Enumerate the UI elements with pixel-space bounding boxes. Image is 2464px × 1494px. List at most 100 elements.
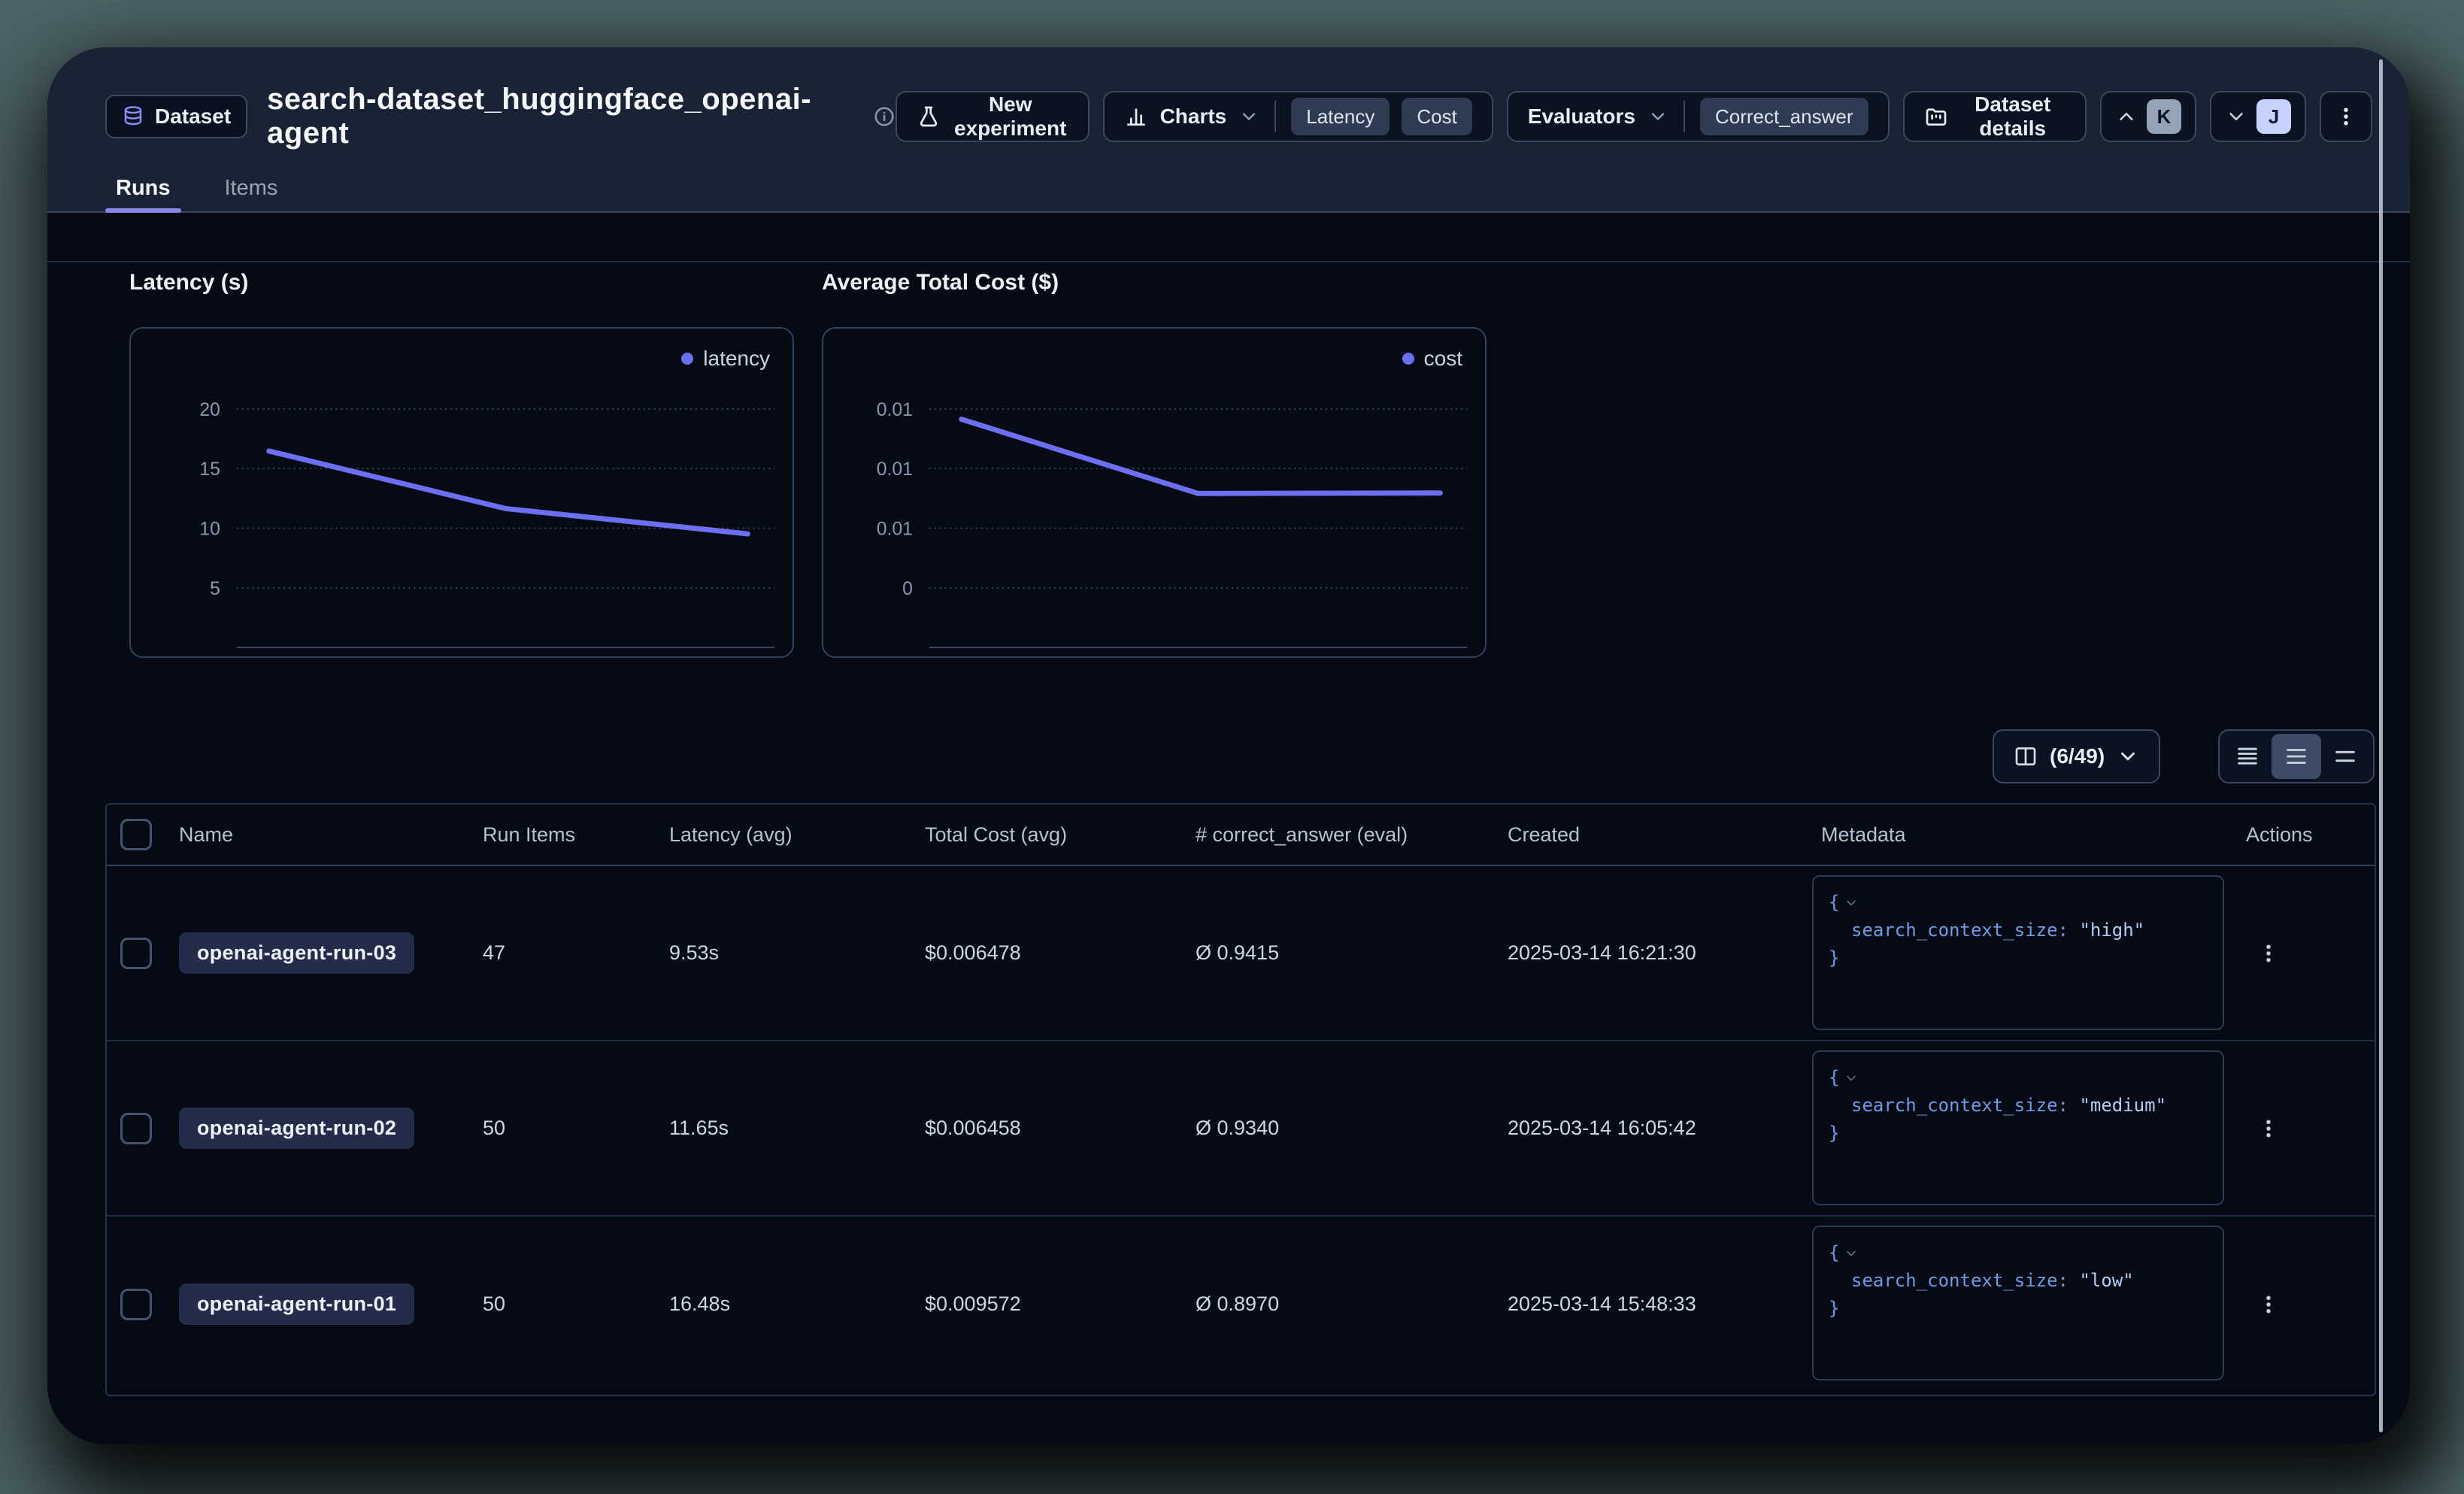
total-cost-avg-value: $0.006458 <box>925 1041 1021 1215</box>
row-actions-kebab[interactable] <box>2246 1102 2291 1155</box>
row-checkbox[interactable] <box>120 938 152 969</box>
latency-avg-value: 16.48s <box>669 1217 730 1392</box>
collapse-json-icon[interactable] <box>1844 1246 1859 1261</box>
row-actions-kebab[interactable] <box>2246 927 2291 980</box>
latency-chart-svg: 2015105 <box>131 329 793 656</box>
kebab-icon <box>2335 105 2357 128</box>
tab-items[interactable]: Items <box>214 163 289 213</box>
runs-table: Name Run Items Latency (avg) Total Cost … <box>105 803 2376 1396</box>
brace-close: } <box>1829 1298 1839 1319</box>
info-icon[interactable] <box>873 105 896 128</box>
metadata-key: search_context_size: <box>1851 1270 2068 1291</box>
dataset-badge-label: Dataset <box>155 105 231 129</box>
row-checkbox[interactable] <box>120 1289 152 1320</box>
metadata-json-box: { search_context_size: "medium" } <box>1812 1050 2224 1205</box>
svg-text:5: 5 <box>210 579 220 599</box>
folder-icon <box>1924 105 1948 129</box>
new-experiment-button[interactable]: New experiment <box>896 91 1090 142</box>
correct-answer-eval-value: Ø 0.9415 <box>1196 866 1279 1040</box>
latency-legend[interactable]: latency <box>681 347 770 371</box>
metadata-value: "high" <box>2079 920 2144 941</box>
flask-icon <box>917 105 941 129</box>
row-height-large-button[interactable] <box>2321 734 2370 779</box>
created-value: 2025-03-14 16:21:30 <box>1508 866 1696 1040</box>
brace-open: { <box>1829 892 1839 913</box>
bar-chart-icon <box>1124 105 1148 129</box>
metadata-json-box: { search_context_size: "high" } <box>1812 875 2224 1030</box>
charts-button[interactable]: Charts Latency Cost <box>1103 91 1493 142</box>
metadata-value: "medium" <box>2079 1095 2166 1116</box>
column-selector-count: (6/49) <box>2050 744 2105 768</box>
next-run-button[interactable]: J <box>2210 91 2306 142</box>
page-title: search-dataset_huggingface_openai-agent <box>267 83 858 150</box>
chevron-up-icon <box>2115 105 2138 128</box>
chevron-down-icon <box>2117 745 2139 768</box>
dataset-details-button[interactable]: Dataset details <box>1903 91 2087 142</box>
row-checkbox[interactable] <box>120 1113 152 1144</box>
created-value: 2025-03-14 16:05:42 <box>1508 1041 1696 1215</box>
header-actions: New experiment Charts Latency Cost <box>896 91 2372 142</box>
correct-answer-eval-value: Ø 0.8970 <box>1196 1217 1279 1392</box>
cost-legend[interactable]: cost <box>1402 347 1462 371</box>
col-header-metadata: Metadata <box>1821 805 1906 865</box>
select-all-checkbox[interactable] <box>120 819 152 850</box>
metadata-key: search_context_size: <box>1851 920 2068 941</box>
evaluators-button[interactable]: Evaluators Correct_answer <box>1507 91 1890 142</box>
columns-icon <box>2014 744 2038 768</box>
new-experiment-label: New experiment <box>953 92 1068 141</box>
collapse-json-icon[interactable] <box>1844 895 1859 911</box>
charts-label: Charts <box>1160 105 1227 129</box>
run-items-value: 50 <box>483 1041 505 1215</box>
run-items-value: 50 <box>483 1217 505 1392</box>
cost-chart-title: Average Total Cost ($) <box>822 270 1059 295</box>
col-header-run-items: Run Items <box>483 805 575 865</box>
table-row: openai-agent-run-03 47 9.53s $0.006478 Ø… <box>107 866 2375 1041</box>
col-header-actions: Actions <box>2246 805 2313 865</box>
tab-bar: Runs Items <box>105 163 288 213</box>
row-height-toggle <box>2218 729 2375 783</box>
divider <box>1274 101 1276 132</box>
more-options-button[interactable] <box>2320 91 2372 142</box>
latency-legend-label: latency <box>703 347 770 371</box>
dataset-details-label: Dataset details <box>1960 92 2066 141</box>
evaluator-chip-correct-answer[interactable]: Correct_answer <box>1700 98 1868 135</box>
chart-chip-latency[interactable]: Latency <box>1291 98 1390 135</box>
row-height-medium-button[interactable] <box>2272 734 2320 779</box>
chevron-down-icon <box>2225 105 2247 128</box>
metadata-json-box: { search_context_size: "low" } <box>1812 1226 2224 1380</box>
column-selector-button[interactable]: (6/49) <box>1993 729 2160 783</box>
tab-runs[interactable]: Runs <box>105 163 181 213</box>
divider <box>1684 101 1685 132</box>
run-name-chip[interactable]: openai-agent-run-02 <box>179 1108 414 1149</box>
collapse-json-icon[interactable] <box>1844 1071 1859 1086</box>
brace-close: } <box>1829 947 1839 968</box>
col-header-total-cost: Total Cost (avg) <box>925 805 1067 865</box>
svg-text:0.01: 0.01 <box>877 519 913 539</box>
metadata-value: "low" <box>2079 1270 2133 1291</box>
row-actions-kebab[interactable] <box>2246 1278 2291 1331</box>
chevron-down-icon <box>1238 106 1259 127</box>
avatar-k: K <box>2147 99 2181 134</box>
cost-chart-svg: 0.010.010.010 <box>823 329 1485 656</box>
created-value: 2025-03-14 15:48:33 <box>1508 1217 1696 1392</box>
avatar-j: J <box>2256 99 2291 134</box>
cost-legend-label: cost <box>1424 347 1462 371</box>
col-header-latency: Latency (avg) <box>669 805 793 865</box>
col-header-name: Name <box>179 805 233 865</box>
chart-chip-cost[interactable]: Cost <box>1402 98 1471 135</box>
database-icon <box>122 105 144 128</box>
run-name-chip[interactable]: openai-agent-run-01 <box>179 1283 414 1325</box>
brace-close: } <box>1829 1123 1839 1144</box>
dataset-badge[interactable]: Dataset <box>105 95 247 138</box>
legend-dot <box>1402 353 1414 365</box>
tab-items-label: Items <box>225 176 278 201</box>
latency-avg-value: 11.65s <box>669 1041 729 1215</box>
table-row: openai-agent-run-01 50 16.48s $0.009572 … <box>107 1217 2375 1392</box>
svg-text:0.01: 0.01 <box>877 459 913 480</box>
scrollbar[interactable] <box>2379 59 2383 1432</box>
col-header-correct-answer: # correct_answer (eval) <box>1196 805 1408 865</box>
prev-run-button[interactable]: K <box>2100 91 2196 142</box>
run-name-chip[interactable]: openai-agent-run-03 <box>179 932 414 974</box>
row-height-small-button[interactable] <box>2223 734 2272 779</box>
cost-chart-card: 0.010.010.010 cost <box>822 327 1487 658</box>
